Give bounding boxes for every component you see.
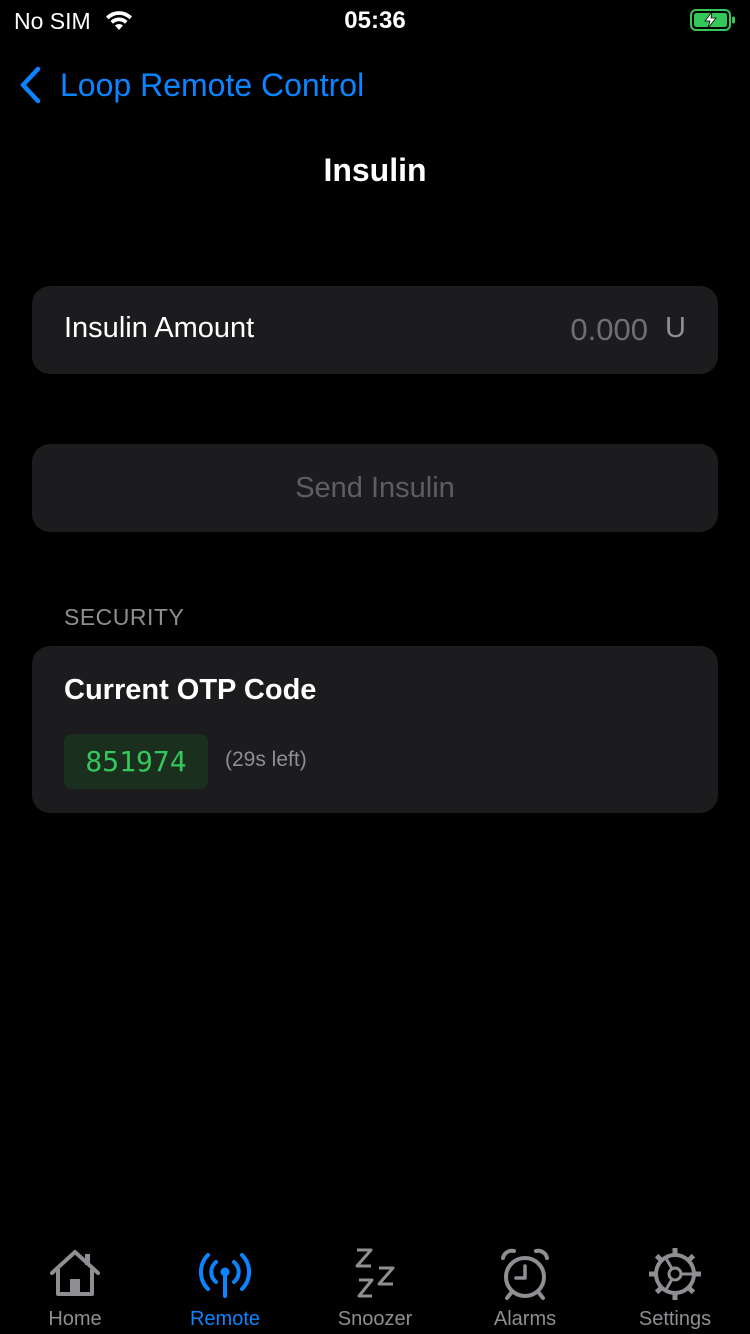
tab-snoozer[interactable]: Snoozer [300,1238,450,1334]
alarm-clock-icon [501,1248,549,1300]
tab-snoozer-label: Snoozer [337,1308,413,1330]
status-bar: No SIM 05:36 [0,0,750,40]
zzz-icon [355,1248,395,1298]
insulin-amount-row[interactable]: Insulin Amount 0.000 U [32,286,718,374]
tab-remote[interactable]: Remote [150,1238,300,1334]
tab-home[interactable]: Home [0,1238,150,1334]
home-icon [50,1250,100,1296]
insulin-unit-label: U [665,312,686,344]
send-insulin-label: Send Insulin [295,471,455,504]
tab-alarms-label: Alarms [493,1308,557,1330]
back-button[interactable]: Loop Remote Control [16,62,364,108]
tab-alarms[interactable]: Alarms [450,1238,600,1334]
otp-card: Current OTP Code 851974 (29s left) [32,646,718,813]
back-button-label: Loop Remote Control [60,66,365,103]
otp-code: 851974 [64,734,208,789]
tab-bar: Home Remote Snoozer Alarms Settings [0,1238,750,1334]
insulin-amount-label: Insulin Amount [64,312,255,344]
send-insulin-button[interactable]: Send Insulin [32,444,718,532]
tab-settings[interactable]: Settings [600,1238,750,1334]
page-title: Insulin [323,152,427,188]
tab-remote-label: Remote [189,1308,261,1330]
otp-time-remaining: (29s left) [225,748,307,771]
otp-title: Current OTP Code [64,674,317,706]
insulin-amount-input[interactable]: 0.000 [570,312,648,348]
battery-charging-icon [690,9,735,31]
security-section-header: SECURITY [64,604,185,630]
status-time: 05:36 [344,7,406,34]
tab-settings-label: Settings [638,1308,712,1330]
antenna-icon [198,1253,252,1298]
chevron-left-icon [20,66,41,104]
gear-icon [649,1248,701,1300]
tab-home-label: Home [48,1308,102,1330]
